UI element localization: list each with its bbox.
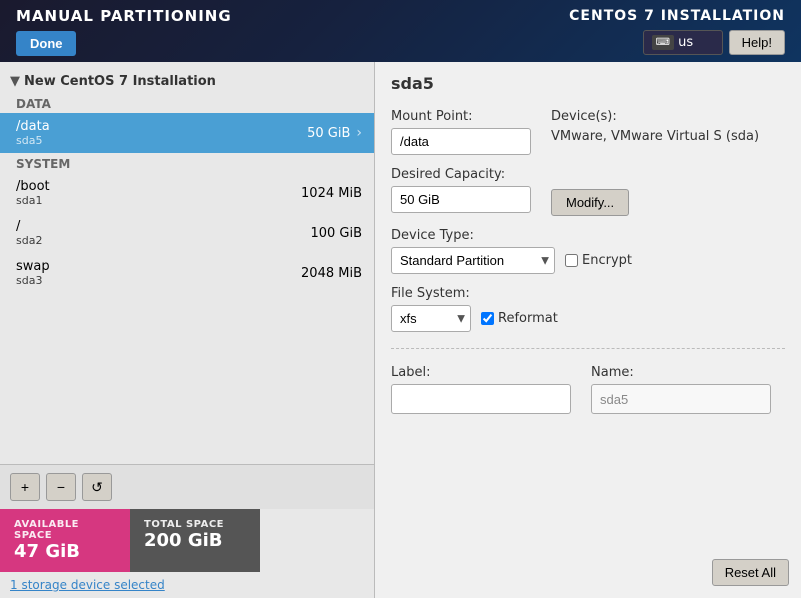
label-col: Label: (391, 365, 571, 414)
centos-title: CENTOS 7 INSTALLATION (569, 8, 785, 24)
left-panel: ▼ New CentOS 7 Installation DATA /data s… (0, 62, 375, 598)
file-system-section: File System: xfs ext4 ext3 ext2 btrfs sw… (391, 286, 785, 332)
partition-item-left-root: / sda2 (16, 219, 42, 247)
partition-right-boot: 1024 MiB (301, 186, 362, 201)
label-name-row: Label: Name: (391, 365, 785, 414)
partition-size-root: 100 GiB (310, 226, 362, 241)
storage-link[interactable]: 1 storage device selected (0, 572, 374, 598)
reformat-checkbox-label[interactable]: Reformat (481, 311, 558, 326)
partition-name-swap: swap (16, 259, 50, 274)
right-panel: sda5 Mount Point: Device(s): VMware, VMw… (375, 62, 801, 598)
device-type-row: Standard Partition LVM LVM Thin Provisio… (391, 247, 785, 274)
device-type-section: Device Type: Standard Partition LVM LVM … (391, 228, 785, 274)
total-space: TOTAL SPACE 200 GiB (130, 509, 260, 572)
partition-list: ▼ New CentOS 7 Installation DATA /data s… (0, 62, 374, 464)
header-left: MANUAL PARTITIONING Done (16, 7, 232, 56)
partition-device-boot: sda1 (16, 194, 50, 207)
page-title: MANUAL PARTITIONING (16, 7, 232, 25)
partition-device-root: sda2 (16, 234, 42, 247)
section-data-label: DATA (0, 93, 374, 113)
available-space-value: 47 GiB (14, 541, 116, 562)
mount-device-row: Mount Point: Device(s): VMware, VMware V… (391, 109, 785, 155)
partition-item-left: /data sda5 (16, 119, 50, 147)
mount-point-label: Mount Point: (391, 109, 531, 124)
reset-all-button[interactable]: Reset All (712, 559, 789, 586)
name-field-label: Name: (591, 365, 771, 380)
available-space: AVAILABLE SPACE 47 GiB (0, 509, 130, 572)
mount-point-input[interactable] (391, 128, 531, 155)
chevron-right-icon: › (356, 125, 362, 141)
devices-label: Device(s): (551, 109, 759, 124)
file-system-label: File System: (391, 286, 785, 301)
partition-device-swap: sda3 (16, 274, 50, 287)
mount-point-col: Mount Point: (391, 109, 531, 155)
encrypt-checkbox-label[interactable]: Encrypt (565, 253, 632, 268)
remove-partition-button[interactable]: − (46, 473, 76, 501)
name-input[interactable] (591, 384, 771, 414)
label-field-label: Label: (391, 365, 571, 380)
partition-item-boot[interactable]: /boot sda1 1024 MiB (0, 173, 374, 213)
reformat-checkbox[interactable] (481, 312, 494, 325)
devices-value: VMware, VMware Virtual S (sda) (551, 128, 759, 146)
capacity-modify-row: Desired Capacity: Modify... (391, 167, 785, 216)
partition-right-root: 100 GiB (310, 226, 362, 241)
partition-device: sda5 (16, 134, 50, 147)
modify-button[interactable]: Modify... (551, 189, 629, 216)
name-col: Name: (591, 365, 771, 414)
divider (391, 348, 785, 349)
device-type-select[interactable]: Standard Partition LVM LVM Thin Provisio… (391, 247, 555, 274)
installation-label: New CentOS 7 Installation (24, 74, 216, 89)
capacity-col: Desired Capacity: (391, 167, 531, 213)
total-space-label: TOTAL SPACE (144, 519, 246, 530)
available-space-label: AVAILABLE SPACE (14, 519, 116, 541)
partition-right-swap: 2048 MiB (301, 266, 362, 281)
file-system-select-wrapper: xfs ext4 ext3 ext2 btrfs swap vfat efifs… (391, 305, 471, 332)
partition-name: /data (16, 119, 50, 134)
partition-item-data[interactable]: /data sda5 50 GiB › (0, 113, 374, 153)
device-type-select-wrapper: Standard Partition LVM LVM Thin Provisio… (391, 247, 555, 274)
modify-col: Modify... (551, 167, 629, 216)
file-system-select[interactable]: xfs ext4 ext3 ext2 btrfs swap vfat efifs (391, 305, 471, 332)
partition-item-left-boot: /boot sda1 (16, 179, 50, 207)
installation-header: ▼ New CentOS 7 Installation (0, 70, 374, 93)
device-type-label: Device Type: (391, 228, 785, 243)
section-system-label: SYSTEM (0, 153, 374, 173)
help-button[interactable]: Help! (729, 30, 785, 55)
partition-title: sda5 (391, 74, 785, 93)
header: MANUAL PARTITIONING Done CENTOS 7 INSTAL… (0, 0, 801, 62)
tree-arrow-icon: ▼ (10, 74, 20, 89)
desired-capacity-label: Desired Capacity: (391, 167, 531, 182)
header-right: CENTOS 7 INSTALLATION ⌨ us Help! (569, 8, 785, 55)
partition-name-root: / (16, 219, 42, 234)
desired-capacity-input[interactable] (391, 186, 531, 213)
partition-right: 50 GiB › (307, 125, 362, 141)
total-space-value: 200 GiB (144, 530, 246, 551)
keyboard-value: us (678, 35, 693, 50)
main-layout: ▼ New CentOS 7 Installation DATA /data s… (0, 62, 801, 598)
done-button[interactable]: Done (16, 31, 76, 56)
space-row: AVAILABLE SPACE 47 GiB TOTAL SPACE 200 G… (0, 509, 374, 572)
partition-item-swap[interactable]: swap sda3 2048 MiB (0, 253, 374, 293)
partition-name-boot: /boot (16, 179, 50, 194)
refresh-button[interactable]: ↺ (82, 473, 112, 501)
devices-col: Device(s): VMware, VMware Virtual S (sda… (551, 109, 759, 146)
add-partition-button[interactable]: + (10, 473, 40, 501)
encrypt-label: Encrypt (582, 253, 632, 268)
bottom-controls: + − ↺ (0, 464, 374, 509)
keyboard-input[interactable]: ⌨ us (643, 30, 723, 55)
reformat-label-text: Reformat (498, 311, 558, 326)
partition-size: 50 GiB (307, 126, 350, 141)
storage-link-text: 1 storage device selected (10, 578, 165, 592)
label-input[interactable] (391, 384, 571, 414)
file-system-row: xfs ext4 ext3 ext2 btrfs swap vfat efifs… (391, 305, 785, 332)
partition-size-boot: 1024 MiB (301, 186, 362, 201)
partition-item-left-swap: swap sda3 (16, 259, 50, 287)
partition-item-root[interactable]: / sda2 100 GiB (0, 213, 374, 253)
keyboard-icon: ⌨ (652, 35, 674, 50)
partition-size-swap: 2048 MiB (301, 266, 362, 281)
encrypt-checkbox[interactable] (565, 254, 578, 267)
keyboard-row: ⌨ us Help! (643, 30, 785, 55)
